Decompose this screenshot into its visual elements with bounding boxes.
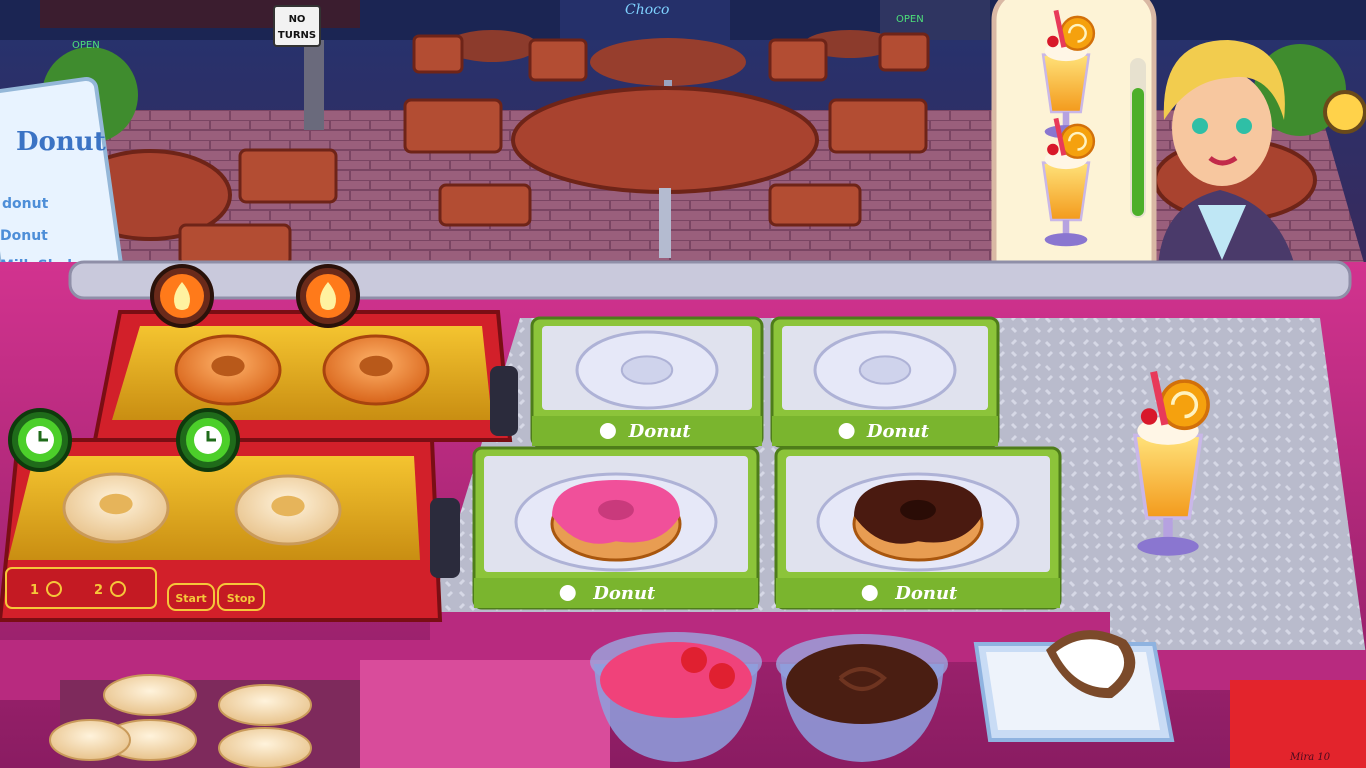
cat-logo-icon xyxy=(861,585,878,601)
open-sign-left: OPEN xyxy=(72,40,100,51)
cat-logo-icon xyxy=(838,423,855,439)
donut-tray[interactable]: Donut xyxy=(774,446,1062,610)
donut-tray[interactable]: Donut xyxy=(530,316,764,448)
menu-board-item: Donut xyxy=(0,228,48,244)
sign-text-line2: TURNS xyxy=(278,30,316,41)
coconut-flakes-box[interactable] xyxy=(973,630,1175,742)
fryer-mode-panel xyxy=(5,567,157,609)
menu-board-item: donut xyxy=(2,196,49,212)
fryer-slot-donut[interactable] xyxy=(174,334,282,406)
tray-label: Donut xyxy=(894,583,958,604)
order-card xyxy=(991,0,1157,303)
chocolate-glazed-donut[interactable] xyxy=(852,480,984,562)
watermark: Mira 10 xyxy=(1289,752,1331,763)
tray-label: Donut xyxy=(592,583,656,604)
strawberry-icon xyxy=(709,663,735,689)
clock-icon xyxy=(8,408,72,472)
open-sign-right: OPEN xyxy=(896,14,924,25)
fryer-start-label: Start xyxy=(175,592,206,605)
fryer-slot-donut[interactable] xyxy=(62,472,170,544)
fire-icon xyxy=(150,264,214,328)
fryer-slot-donut[interactable] xyxy=(234,474,342,546)
fryer-front: 1 2 Start Stop xyxy=(0,408,460,622)
donut-tray[interactable]: Donut xyxy=(472,446,760,610)
menu-board-title: Donut xyxy=(16,127,106,157)
fire-icon xyxy=(296,264,360,328)
fryer-stop-label: Stop xyxy=(227,592,256,605)
fryer-start-button[interactable]: Start xyxy=(167,583,215,611)
empty-plate[interactable] xyxy=(813,330,957,410)
tray-label: Donut xyxy=(628,421,692,442)
tray-label: Donut xyxy=(866,421,930,442)
cat-logo-icon xyxy=(559,585,576,601)
donut-tray[interactable]: Donut xyxy=(770,316,1000,448)
empty-plate[interactable] xyxy=(575,330,719,410)
sign-text-line1: NO xyxy=(289,14,306,25)
lamp-icon xyxy=(1323,90,1366,134)
pink-glazed-donut[interactable] xyxy=(550,480,682,562)
patience-meter-fill xyxy=(1132,88,1144,216)
fryer-mode-1-label: 1 xyxy=(30,583,39,598)
fryer-stop-button[interactable]: Stop xyxy=(217,583,265,611)
clock-icon xyxy=(176,408,240,472)
fryer-mode-2-label: 2 xyxy=(94,583,103,598)
neon-sign-text: Choco xyxy=(625,2,669,18)
cat-logo-icon xyxy=(599,423,616,439)
strawberry-icon xyxy=(681,647,707,673)
fryer-slot-donut[interactable] xyxy=(322,334,430,406)
